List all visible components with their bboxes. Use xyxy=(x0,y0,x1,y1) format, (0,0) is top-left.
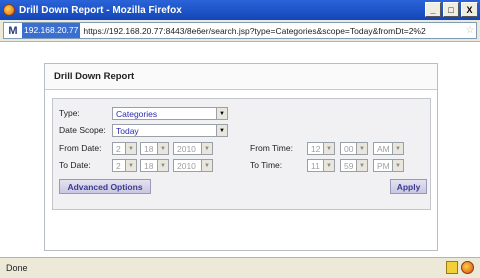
site-icon: M xyxy=(8,24,18,37)
status-text: Done xyxy=(6,263,28,273)
advanced-options-button[interactable]: Advanced Options xyxy=(59,179,151,194)
chevron-down-icon: ▼ xyxy=(201,143,212,154)
url-host: 192.168.20.77 xyxy=(22,23,81,38)
from-date-day-select[interactable]: 18 ▼ xyxy=(140,142,169,155)
report-form: Type: Categories ▼ Date Scope: Today ▼ F… xyxy=(52,98,431,210)
address-bar: M 192.168.20.77 https://192.168.20.77:84… xyxy=(0,20,480,42)
to-time-minute-value: 59 xyxy=(344,160,354,171)
to-time-ampm-value: PM xyxy=(377,160,390,171)
chevron-down-icon: ▼ xyxy=(157,160,168,171)
to-date-month-value: 2 xyxy=(116,160,121,171)
date-scope-label: Date Scope: xyxy=(59,125,106,135)
apply-button[interactable]: Apply xyxy=(390,179,427,194)
from-time-hour-value: 12 xyxy=(311,143,321,154)
from-time-ampm-select[interactable]: AM ▼ xyxy=(373,142,404,155)
from-time-hour-select[interactable]: 12 ▼ xyxy=(307,142,335,155)
page-content: Drill Down Report Type: Categories ▼ Dat… xyxy=(0,43,480,257)
from-date-label: From Date: xyxy=(59,143,102,153)
date-scope-select-value: Today xyxy=(116,125,139,136)
from-time-minute-select[interactable]: 00 ▼ xyxy=(340,142,368,155)
chevron-down-icon: ▼ xyxy=(323,143,334,154)
to-date-day-value: 18 xyxy=(144,160,154,171)
date-scope-select[interactable]: Today ▼ xyxy=(112,124,228,137)
to-time-hour-select[interactable]: 11 ▼ xyxy=(307,159,335,172)
chevron-down-icon: ▼ xyxy=(125,143,136,154)
close-button[interactable]: X xyxy=(461,2,478,17)
chevron-down-icon: ▼ xyxy=(356,143,367,154)
to-date-year-select[interactable]: 2010 ▼ xyxy=(173,159,213,172)
firefox-icon xyxy=(3,4,15,16)
lock-icon[interactable] xyxy=(446,261,458,274)
panel-title: Drill Down Report xyxy=(45,64,437,90)
to-date-year-value: 2010 xyxy=(177,160,196,171)
chevron-down-icon: ▼ xyxy=(356,160,367,171)
chevron-down-icon: ▼ xyxy=(392,160,403,171)
chevron-down-icon: ▼ xyxy=(323,160,334,171)
chevron-down-icon: ▼ xyxy=(392,143,403,154)
bookmark-star-icon[interactable]: ☆ xyxy=(464,25,476,36)
chevron-down-icon: ▼ xyxy=(216,108,227,119)
to-date-day-select[interactable]: 18 ▼ xyxy=(140,159,169,172)
from-time-ampm-value: AM xyxy=(377,143,390,154)
from-time-label: From Time: xyxy=(250,143,293,153)
to-time-minute-select[interactable]: 59 ▼ xyxy=(340,159,368,172)
type-label: Type: xyxy=(59,108,80,118)
minimize-button[interactable]: _ xyxy=(425,2,441,17)
window-controls: _ □ X xyxy=(425,2,478,17)
chevron-down-icon: ▼ xyxy=(201,160,212,171)
firefox-status-icon[interactable] xyxy=(461,261,474,274)
status-bar: Done xyxy=(0,257,480,278)
window-titlebar: Drill Down Report - Mozilla Firefox _ □ … xyxy=(0,0,480,20)
window-title: Drill Down Report - Mozilla Firefox xyxy=(19,4,182,16)
url-text[interactable]: https://192.168.20.77:8443/8e6er/search.… xyxy=(83,26,464,36)
to-date-label: To Date: xyxy=(59,160,91,170)
from-date-year-value: 2010 xyxy=(177,143,196,154)
to-time-hour-value: 11 xyxy=(311,160,320,171)
url-field[interactable]: M 192.168.20.77 https://192.168.20.77:84… xyxy=(3,22,477,39)
chevron-down-icon: ▼ xyxy=(125,160,136,171)
maximize-button[interactable]: □ xyxy=(443,2,459,17)
from-date-month-value: 2 xyxy=(116,143,121,154)
from-date-day-value: 18 xyxy=(144,143,154,154)
from-date-month-select[interactable]: 2 ▼ xyxy=(112,142,137,155)
from-time-minute-value: 00 xyxy=(344,143,354,154)
status-icons xyxy=(446,261,474,274)
drill-down-panel: Drill Down Report Type: Categories ▼ Dat… xyxy=(44,63,438,251)
to-time-label: To Time: xyxy=(250,160,283,170)
to-date-month-select[interactable]: 2 ▼ xyxy=(112,159,137,172)
type-select-value: Categories xyxy=(116,108,158,119)
from-date-year-select[interactable]: 2010 ▼ xyxy=(173,142,213,155)
chevron-down-icon: ▼ xyxy=(216,125,227,136)
type-select[interactable]: Categories ▼ xyxy=(112,107,228,120)
chevron-down-icon: ▼ xyxy=(157,143,168,154)
to-time-ampm-select[interactable]: PM ▼ xyxy=(373,159,404,172)
